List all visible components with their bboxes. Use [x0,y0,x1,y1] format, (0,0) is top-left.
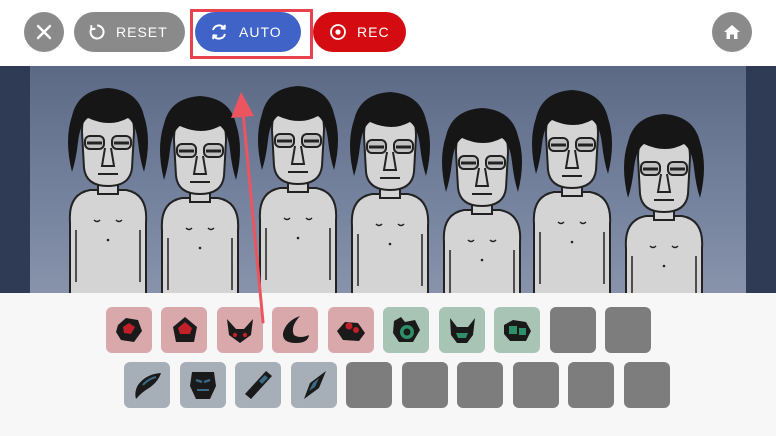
characters-layer [66,84,706,293]
beat-tile-1[interactable] [106,307,152,353]
effect-tile-2[interactable] [439,307,485,353]
home-icon [724,25,740,39]
rec-label: REC [357,24,390,40]
effect-icon-2 [450,318,475,343]
reset-label: RESET [116,24,168,40]
melody-tile-2[interactable] [180,362,226,408]
beat-tile-3[interactable] [217,307,263,353]
effect-icon-1 [393,317,420,342]
performer-1 [66,86,150,293]
sound-tray [0,293,776,436]
empty-slot[interactable] [568,362,614,408]
reset-button[interactable]: RESET [74,12,185,52]
close-button[interactable] [24,12,64,52]
beat-icon-5 [337,322,365,341]
beat-icon-3 [227,319,253,343]
record-icon [330,24,346,40]
melody-icon-1 [135,373,161,399]
performer-2 [158,94,242,293]
melody-tile-4[interactable] [291,362,337,408]
effect-icon-3 [504,320,531,341]
performer-5 [440,106,524,293]
empty-slot[interactable] [513,362,559,408]
beat-icon-1 [116,318,142,342]
melody-icon-3 [245,371,272,399]
rec-button[interactable]: REC [313,12,406,52]
performer-6 [530,88,614,293]
beat-icon-4 [282,316,309,343]
beat-tile-5[interactable] [328,307,374,353]
empty-slot[interactable] [346,362,392,408]
performer-stage [0,66,776,293]
empty-slot[interactable] [550,307,596,353]
beat-tile-2[interactable] [161,307,207,353]
melody-icon-4 [304,371,326,399]
performer-3 [256,84,340,293]
effect-tile-3[interactable] [494,307,540,353]
empty-slot[interactable] [457,362,503,408]
effect-tile-1[interactable] [383,307,429,353]
auto-highlight-box [190,9,313,59]
reset-icon [89,24,105,40]
close-icon [36,24,52,40]
beat-icon-2 [173,317,197,342]
empty-slot[interactable] [605,307,651,353]
empty-slot[interactable] [402,362,448,408]
performer-4 [348,90,432,293]
beat-tile-4[interactable] [272,307,318,353]
home-button[interactable] [712,12,752,52]
top-toolbar: RESET AUTO REC [0,0,776,66]
performer-7 [622,112,706,293]
melody-icon-2 [190,372,216,399]
empty-slot[interactable] [624,362,670,408]
melody-tile-3[interactable] [235,362,281,408]
melody-tile-1[interactable] [124,362,170,408]
